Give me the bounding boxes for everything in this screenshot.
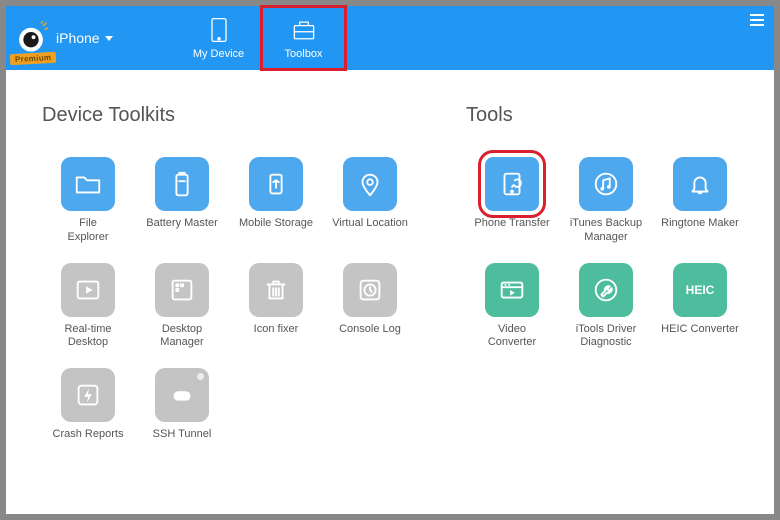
app-window: Premium iPhone My Device Toolbo (6, 6, 774, 514)
itunes-icon (579, 157, 633, 211)
tool-ringtone-maker[interactable]: Ringtone Maker (654, 157, 746, 245)
tool-label: HEIC Converter (661, 323, 739, 349)
content-area: Device Toolkits File Explorer Battery Mas… (6, 70, 774, 514)
briefcase-icon (290, 16, 318, 44)
tool-virtual-location[interactable]: Virtual Location (324, 157, 416, 245)
clock-icon (343, 263, 397, 317)
trash-icon (249, 263, 303, 317)
bell-icon (673, 157, 727, 211)
tool-label: Icon fixer (254, 323, 299, 349)
chevron-down-icon (105, 36, 113, 41)
header-bar: Premium iPhone My Device Toolbo (6, 6, 774, 70)
tool-desktop-manager[interactable]: Desktop Manager (136, 263, 228, 351)
tool-file-explorer[interactable]: File Explorer (42, 157, 134, 245)
tool-label: Battery Master (146, 217, 218, 243)
tool-label: SSH Tunnel (153, 428, 212, 454)
tool-heic-converter[interactable]: HEIC HEIC Converter (654, 263, 746, 351)
device-toolkits-section: Device Toolkits File Explorer Battery Mas… (42, 104, 416, 494)
status-dot (197, 373, 204, 380)
tool-mobile-storage[interactable]: Mobile Storage (230, 157, 322, 245)
tool-label: Phone Transfer (474, 217, 549, 243)
section-title: Device Toolkits (42, 104, 416, 127)
tool-label: Console Log (339, 323, 401, 349)
tab-label: Toolbox (285, 48, 323, 60)
tool-label: Desktop Manager (160, 323, 203, 351)
grid-icon (155, 263, 209, 317)
transfer-icon (485, 157, 539, 211)
pin-icon (343, 157, 397, 211)
tool-label: iTools Driver Diagnostic (576, 323, 637, 351)
tab-label: My Device (193, 48, 244, 60)
tool-battery-master[interactable]: Battery Master (136, 157, 228, 245)
tool-console-log[interactable]: Console Log (324, 263, 416, 351)
tool-itunes-backup[interactable]: iTunes Backup Manager (560, 157, 652, 245)
tool-label: Virtual Location (332, 217, 408, 243)
header-tabs: My Device Toolbox (176, 6, 346, 70)
ssh-icon: SSH (155, 368, 209, 422)
tool-label: Mobile Storage (239, 217, 313, 243)
eye-logo-icon (14, 21, 48, 55)
tablet-device-icon (205, 16, 233, 44)
device-selector[interactable]: iPhone (56, 30, 113, 46)
tools-section: Tools Phone Transfer iTunes Backup Manage… (466, 104, 746, 494)
folder-icon (61, 157, 115, 211)
menu-button[interactable] (750, 14, 764, 26)
play-icon (61, 263, 115, 317)
tool-label: iTunes Backup Manager (570, 217, 642, 245)
battery-icon (155, 157, 209, 211)
tool-crash-reports[interactable]: Crash Reports (42, 368, 134, 454)
tool-label: Real-time Desktop (64, 323, 111, 351)
tool-label: Video Converter (488, 323, 536, 351)
tool-phone-transfer[interactable]: Phone Transfer (466, 157, 558, 245)
tool-label: File Explorer (68, 217, 109, 245)
bolt-icon (61, 368, 115, 422)
tool-ssh-tunnel[interactable]: SSH SSH Tunnel (136, 368, 228, 454)
section-title: Tools (466, 104, 746, 127)
tab-my-device[interactable]: My Device (176, 6, 261, 70)
premium-badge: Premium (10, 52, 57, 65)
tab-toolbox[interactable]: Toolbox (261, 6, 346, 70)
svg-text:SSH: SSH (175, 394, 189, 401)
tool-label: Crash Reports (53, 428, 124, 454)
tool-label: Ringtone Maker (661, 217, 739, 243)
tools-grid: Phone Transfer iTunes Backup Manager Ringt… (466, 157, 746, 350)
device-label: iPhone (56, 30, 100, 46)
heic-icon: HEIC (673, 263, 727, 317)
tool-realtime-desktop[interactable]: Real-time Desktop (42, 263, 134, 351)
usb-icon (249, 157, 303, 211)
logo-area: Premium iPhone (6, 6, 176, 70)
tool-icon-fixer[interactable]: Icon fixer (230, 263, 322, 351)
tool-video-converter[interactable]: Video Converter (466, 263, 558, 351)
device-toolkits-grid: File Explorer Battery Master Mobile Storag… (42, 157, 416, 454)
app-logo (14, 21, 48, 55)
video-icon (485, 263, 539, 317)
wrench-icon (579, 263, 633, 317)
hamburger-icon (750, 14, 764, 16)
tool-itools-driver[interactable]: iTools Driver Diagnostic (560, 263, 652, 351)
